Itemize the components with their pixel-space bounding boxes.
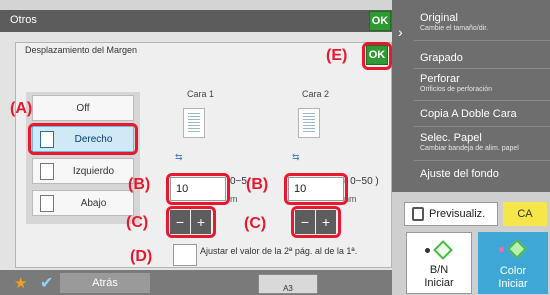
side-off-button[interactable]: Off <box>32 95 134 121</box>
menu-item-sub: Cambie el tamaño/dir. <box>420 25 489 32</box>
cara2-shift-arrow-icon: ⇆ <box>292 152 300 162</box>
menu-item-ajuste-fondo[interactable]: Ajuste del fondo <box>420 168 499 180</box>
side-izquierdo-label: Izquierdo <box>72 165 115 177</box>
ca-button[interactable]: CA <box>503 202 547 226</box>
menu-divider <box>414 126 550 127</box>
cara1-range: 0~5 <box>230 176 247 187</box>
page-left-icon <box>40 162 54 180</box>
menu-item-label: Grapado <box>420 52 463 64</box>
check-icon[interactable]: ✔ <box>40 273 53 293</box>
callout-c1-label: (C) <box>126 214 149 231</box>
start-color-icon <box>499 239 527 259</box>
menu-item-label: Copia A Doble Cara <box>420 108 517 120</box>
start-bw-line1: B/N <box>429 264 449 276</box>
start-color-line2: Iniciar <box>498 278 528 290</box>
menu-item-selec-papel[interactable]: Selec. Papel Cambiar bandeja de alim. pa… <box>420 132 519 152</box>
same-margin-checkbox[interactable] <box>173 244 197 266</box>
menu-item-grapado[interactable]: Grapado <box>420 52 463 64</box>
callout-c2-ring <box>291 206 341 238</box>
dialog-title: Desplazamiento del Margen <box>25 45 138 55</box>
menu-divider <box>414 100 550 101</box>
callout-b2-label: (B) <box>246 176 269 193</box>
side-abajo-button[interactable]: Abajo <box>32 190 134 216</box>
star-icon[interactable]: ★ <box>14 274 27 292</box>
callout-a-ring <box>28 123 138 155</box>
start-bw-button[interactable]: B/N Iniciar <box>406 232 472 294</box>
side-izquierdo-button[interactable]: Izquierdo <box>32 158 134 184</box>
base-titlebar <box>0 10 392 32</box>
start-color-button[interactable]: Color Iniciar <box>478 232 548 294</box>
menu-item-original[interactable]: Original Cambie el tamaño/dir. <box>420 12 488 32</box>
menu-item-label: Perforar <box>420 73 460 85</box>
side-off-label: Off <box>76 102 90 114</box>
callout-b1-ring <box>166 173 230 205</box>
cara1-page-icon <box>183 108 205 138</box>
page-bottom-icon <box>40 194 54 212</box>
screen: Otros OK ★ ✔ Atrás A3 › Original Cambie … <box>0 0 550 295</box>
side-abajo-label: Abajo <box>80 197 107 209</box>
menu-item-sub: Cambiar bandeja de alim. papel <box>420 145 519 152</box>
callout-d-label: (D) <box>130 248 153 265</box>
callout-e-ring <box>362 42 392 70</box>
chevron-right-icon[interactable]: › <box>398 24 403 40</box>
cara1-shift-arrow-icon: ⇆ <box>175 152 183 162</box>
menu-divider <box>414 40 550 41</box>
callout-a-label: (A) <box>10 100 33 117</box>
cara2-label: Cara 2 <box>302 89 330 99</box>
menu-item-label: Ajuste del fondo <box>420 168 499 180</box>
callout-c1-ring <box>166 206 216 238</box>
preview-label: Previsualiz. <box>429 208 486 220</box>
callout-b2-ring <box>284 173 348 205</box>
cara1-unit: m <box>230 194 238 204</box>
menu-item-label: Original <box>420 12 458 24</box>
start-bw-line2: Iniciar <box>424 277 454 289</box>
preview-button[interactable]: Previsualiz. <box>404 202 498 226</box>
start-bw-icon <box>425 240 453 260</box>
cara2-range: ( 0~50 ) <box>344 176 379 187</box>
menu-item-label: Selec. Papel <box>420 132 482 144</box>
cara2-page-icon <box>298 108 320 138</box>
start-color-line1: Color <box>499 265 527 277</box>
callout-e-label: (E) <box>326 47 348 64</box>
base-ok-button[interactable]: OK <box>369 11 391 31</box>
menu-item-doble-cara[interactable]: Copia A Doble Cara <box>420 108 517 120</box>
bottom-bar <box>0 270 392 295</box>
menu-divider <box>414 68 550 69</box>
callout-b1-label: (B) <box>128 176 151 193</box>
callout-c2-label: (C) <box>244 215 267 232</box>
same-margin-label: Ajustar el valor de la 2ª pág. al de la … <box>200 246 358 256</box>
cara1-label: Cara 1 <box>187 89 215 99</box>
menu-item-sub: Orificios de perforación <box>420 86 492 93</box>
back-button[interactable]: Atrás <box>60 273 150 293</box>
paper-size-indicator: A3 <box>258 274 318 294</box>
base-title: Otros <box>10 14 37 26</box>
preview-icon <box>412 207 424 221</box>
menu-item-perforar[interactable]: Perforar Orificios de perforación <box>420 73 492 93</box>
menu-divider <box>414 160 550 161</box>
